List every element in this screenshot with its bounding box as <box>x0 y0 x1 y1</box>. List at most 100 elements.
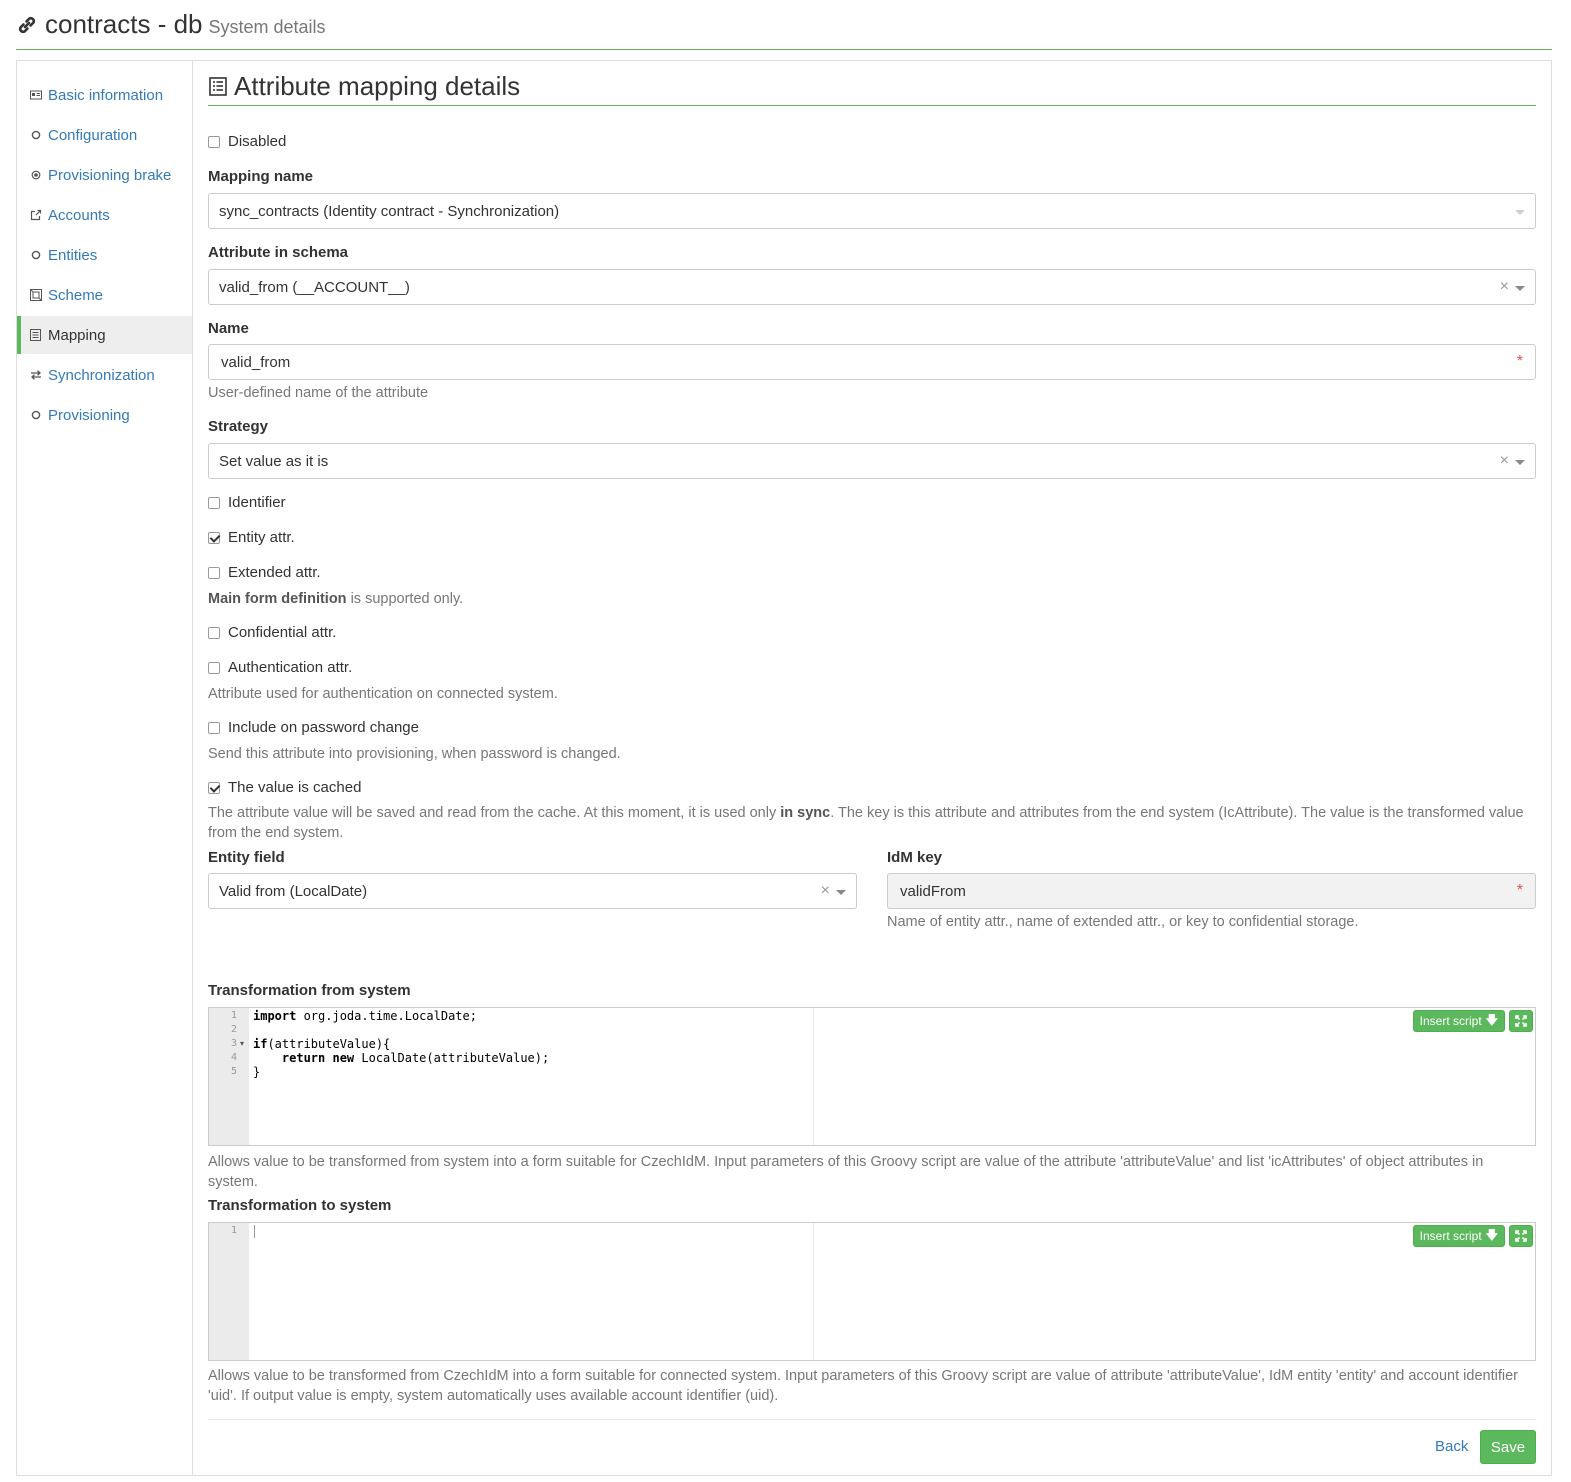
attribute-in-schema-value: valid_from (__ACCOUNT__) <box>219 278 410 296</box>
sidebar-item-mapping[interactable]: Mapping <box>17 316 192 354</box>
clear-icon[interactable]: × <box>821 882 830 900</box>
sidebar-item-provisioning-brake[interactable]: Provisioning brake <box>17 156 192 194</box>
sidebar: Basic information Configuration Provisio… <box>17 61 193 1475</box>
authentication-attr-checkbox-row[interactable]: Authentication attr. <box>208 659 352 676</box>
disabled-checkbox[interactable] <box>208 135 220 148</box>
sidebar-item-label: Configuration <box>48 126 138 144</box>
sidebar-item-accounts[interactable]: Accounts <box>17 196 192 234</box>
line-number: 2 <box>230 1024 237 1035</box>
attribute-in-schema-select[interactable]: valid_from (__ACCOUNT__) × <box>208 269 1536 305</box>
entity-attr-checkbox[interactable] <box>208 531 220 544</box>
sidebar-item-provisioning[interactable]: Provisioning <box>17 396 192 434</box>
arrow-down-icon: 🡇 <box>1485 1227 1498 1242</box>
main-panel: Attribute mapping details Disabled Mappi… <box>208 61 1536 1475</box>
save-button[interactable]: Save <box>1480 1430 1536 1464</box>
insert-script-label: Insert script <box>1419 1014 1482 1028</box>
confidential-attr-checkbox-row[interactable]: Confidential attr. <box>208 624 336 641</box>
transformation-to-system-editor[interactable]: 1 Insert script 🡇 <box>208 1222 1536 1361</box>
dot-circle-icon <box>29 169 42 182</box>
external-link-icon <box>29 209 42 222</box>
exchange-icon <box>29 369 42 382</box>
back-button[interactable]: Back <box>1435 1438 1468 1455</box>
insert-script-button[interactable]: Insert script 🡇 <box>1412 1010 1505 1032</box>
sidebar-item-entities[interactable]: Entities <box>17 236 192 274</box>
cached-help-text: The attribute value will be saved and re… <box>208 803 1528 843</box>
sidebar-item-scheme[interactable]: Scheme <box>17 276 192 314</box>
arrow-down-icon: 🡇 <box>1485 1012 1498 1027</box>
code-text: org.joda.time.LocalDate; <box>296 1009 477 1023</box>
chevron-down-icon[interactable] <box>1515 286 1525 291</box>
confidential-attr-label: Confidential attr. <box>228 624 337 641</box>
strategy-select[interactable]: Set value as it is × <box>208 443 1536 479</box>
fullscreen-button[interactable] <box>1509 1225 1533 1247</box>
transformation-from-system-editor[interactable]: 1 2 3 ▾ 4 5 import org.joda.time.LocalDa… <box>208 1007 1536 1146</box>
confidential-attr-checkbox[interactable] <box>208 626 220 639</box>
chevron-down-icon[interactable] <box>1515 460 1525 465</box>
identifier-label: Identifier <box>228 494 286 511</box>
chevron-down-icon <box>1515 210 1525 215</box>
name-input[interactable]: valid_from * <box>208 344 1536 380</box>
code-line: import org.joda.time.LocalDate; <box>253 1009 549 1023</box>
password-change-label: Include on password change <box>228 719 419 736</box>
transformation-to-system-help: Allows value to be transformed from Czec… <box>208 1368 1518 1404</box>
extended-attr-help-text: Main form definition is supported only. <box>208 589 463 609</box>
code-line: if(attributeValue){ <box>253 1037 549 1051</box>
disabled-checkbox-row[interactable]: Disabled <box>208 133 286 150</box>
sidebar-item-label: Basic information <box>48 86 164 104</box>
password-change-checkbox[interactable] <box>208 721 220 734</box>
page-subtitle: System details <box>208 17 326 37</box>
cached-help-part-1: The attribute value will be saved and re… <box>208 805 781 821</box>
expand-icon <box>1515 1015 1527 1027</box>
extended-attr-checkbox-row[interactable]: Extended attr. <box>208 564 321 581</box>
mapping-name-select[interactable]: sync_contracts (Identity contract - Sync… <box>208 193 1536 229</box>
circle-icon <box>29 129 42 142</box>
editor-gutter: 1 2 3 ▾ 4 5 <box>209 1008 249 1145</box>
expand-icon <box>1515 1230 1527 1242</box>
extended-attr-checkbox[interactable] <box>208 566 220 579</box>
code-keyword: if <box>253 1037 268 1051</box>
fullscreen-button[interactable] <box>1509 1010 1533 1032</box>
cached-help-bold: in sync <box>780 805 831 821</box>
line-number: 4 <box>230 1052 237 1063</box>
code-keyword: return new <box>281 1051 355 1065</box>
cached-checkbox[interactable] <box>208 781 220 794</box>
entity-field-select[interactable]: Valid from (LocalDate) × <box>208 873 857 909</box>
transformation-from-system-help: Allows value to be transformed from syst… <box>208 1154 1484 1190</box>
clear-icon[interactable]: × <box>1500 278 1509 296</box>
code-text: (attributeValue){ <box>267 1037 391 1051</box>
authentication-attr-checkbox[interactable] <box>208 661 220 674</box>
mapping-name-value: sync_contracts (Identity contract - Sync… <box>219 202 560 220</box>
authentication-help-text: Attribute used for authentication on con… <box>208 686 558 702</box>
sidebar-item-configuration[interactable]: Configuration <box>17 116 192 154</box>
code-content: import org.joda.time.LocalDate; if(attrib… <box>253 1009 549 1079</box>
schema-icon <box>29 289 42 302</box>
identifier-checkbox-row[interactable]: Identifier <box>208 494 286 511</box>
code-keyword: import <box>253 1009 297 1023</box>
sidebar-item-basic-information[interactable]: Basic information <box>17 76 192 114</box>
sidebar-item-label: Mapping <box>48 326 106 344</box>
cached-checkbox-row[interactable]: The value is cached <box>208 779 361 796</box>
page-title: contracts - db System details <box>45 9 326 40</box>
disabled-label: Disabled <box>228 133 287 150</box>
line-number: 1 <box>230 1010 237 1021</box>
identifier-checkbox[interactable] <box>208 496 220 509</box>
insert-script-button[interactable]: Insert script 🡇 <box>1412 1225 1505 1247</box>
sidebar-item-label: Provisioning brake <box>48 166 172 184</box>
clear-icon[interactable]: × <box>1500 452 1509 470</box>
id-card-icon <box>29 89 42 102</box>
name-help-text: User-defined name of the attribute <box>208 385 429 401</box>
mapping-name-label: Mapping name <box>208 168 314 185</box>
line-number: 3 <box>230 1038 237 1049</box>
chevron-down-icon[interactable] <box>836 890 846 895</box>
idm-key-input[interactable]: validFrom * <box>887 873 1536 909</box>
password-change-checkbox-row[interactable]: Include on password change <box>208 719 419 736</box>
extended-help-rest: is supported only. <box>346 591 464 607</box>
sidebar-item-label: Entities <box>48 246 98 264</box>
list-icon <box>29 329 42 342</box>
extended-attr-label: Extended attr. <box>228 564 321 581</box>
fold-arrow-icon[interactable]: ▾ <box>240 1037 244 1051</box>
entity-attr-checkbox-row[interactable]: Entity attr. <box>208 529 295 546</box>
idm-key-label: IdM key <box>887 849 943 866</box>
sidebar-item-synchronization[interactable]: Synchronization <box>17 356 192 394</box>
